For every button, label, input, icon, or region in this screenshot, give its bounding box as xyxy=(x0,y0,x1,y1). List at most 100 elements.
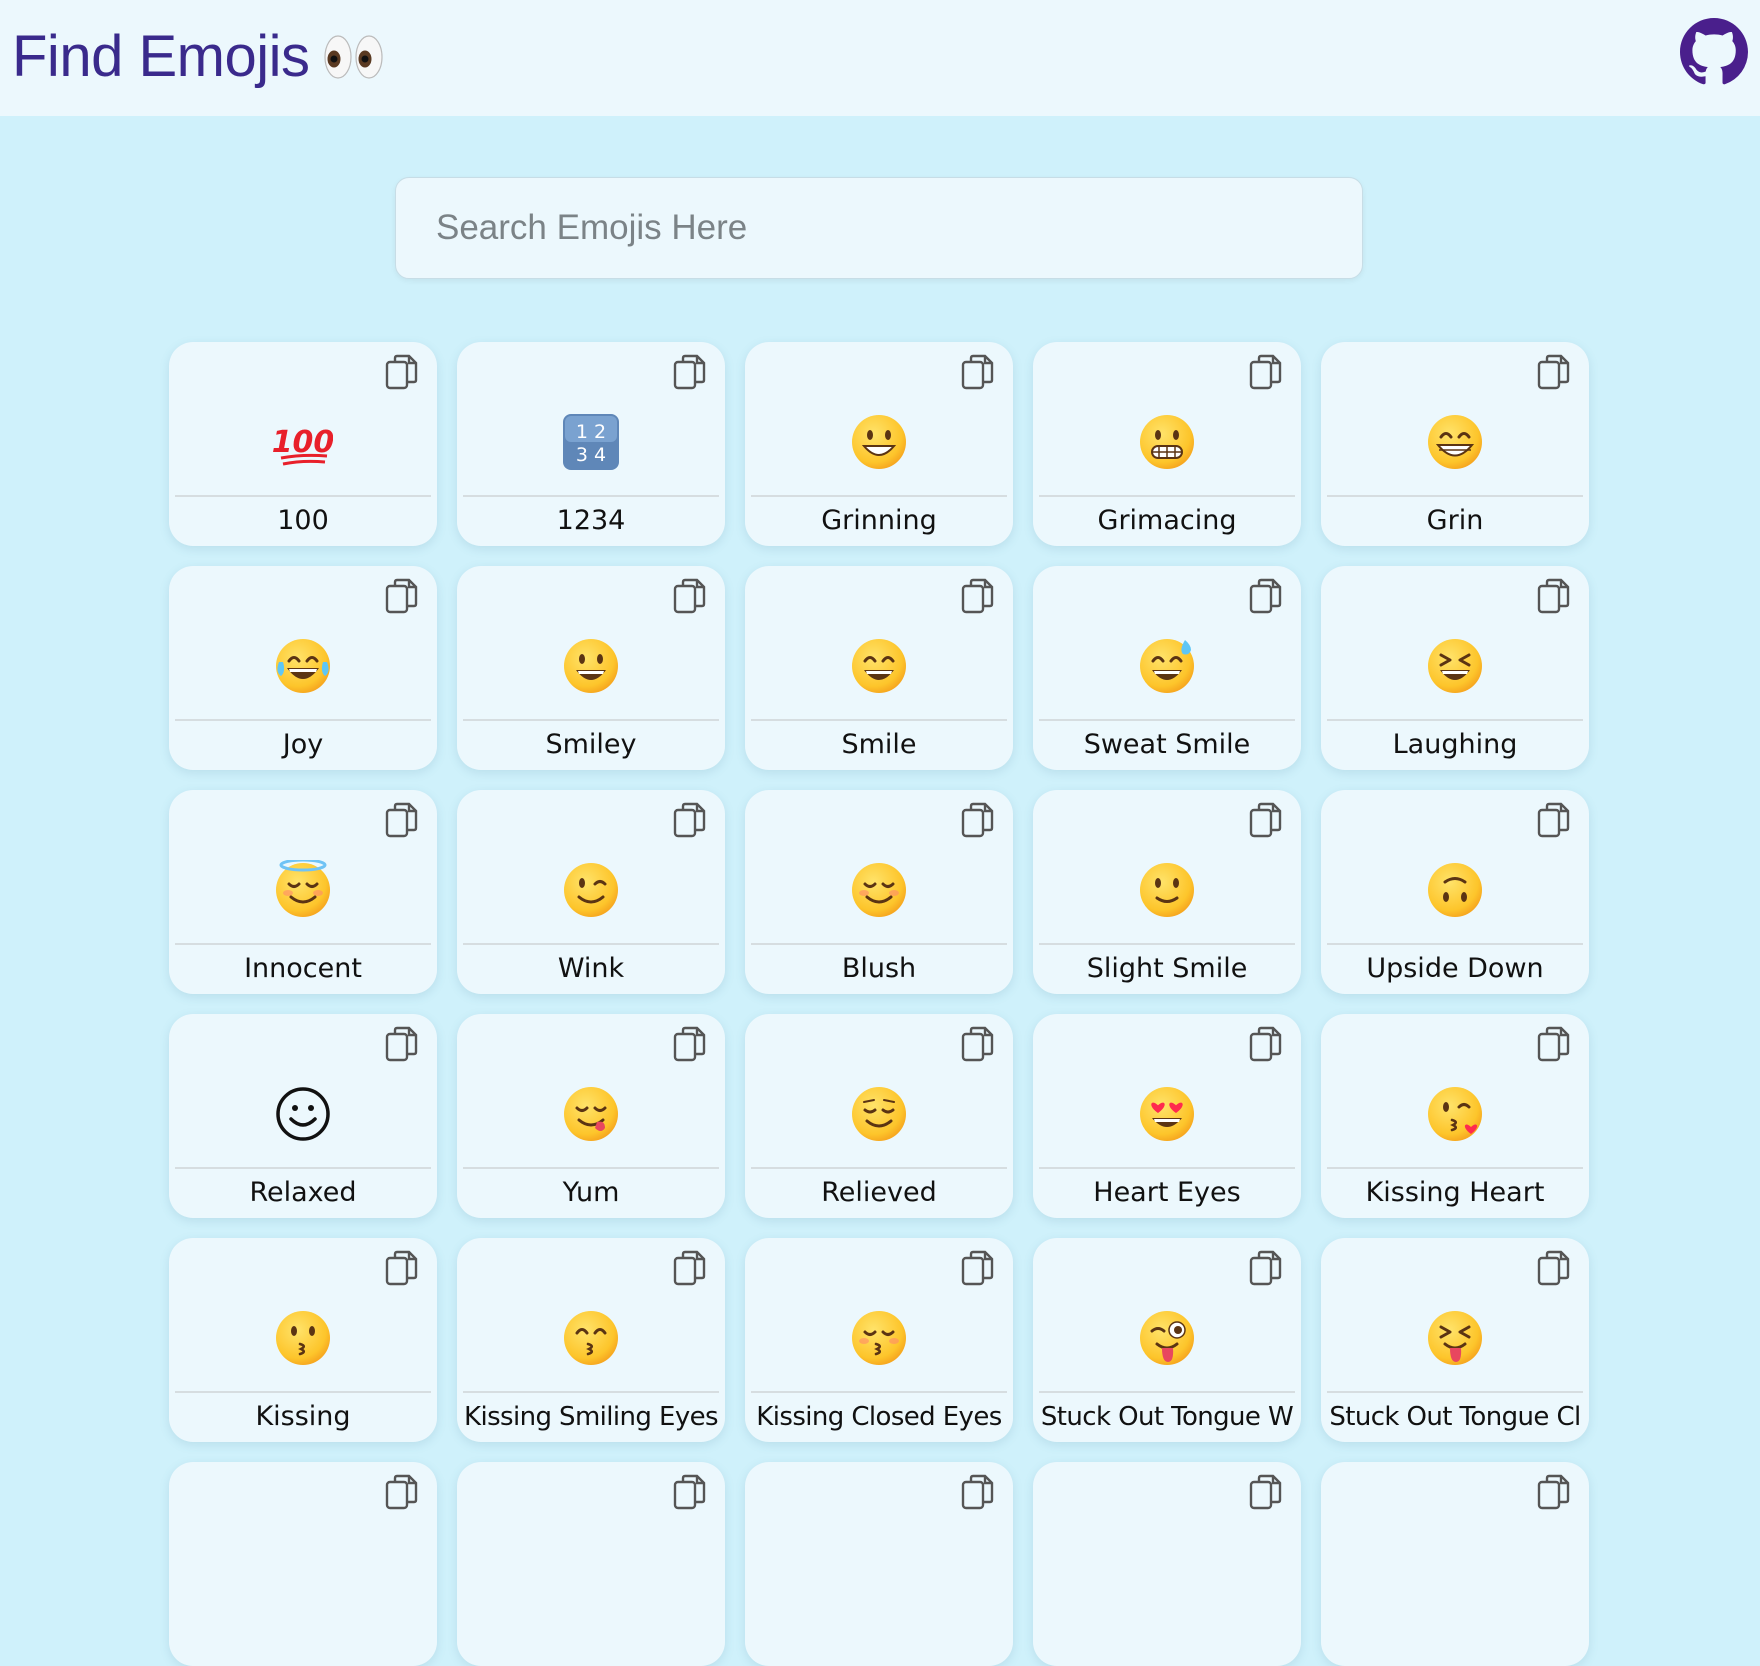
card-divider xyxy=(1327,719,1583,721)
copy-icon[interactable] xyxy=(961,1474,995,1510)
card-divider xyxy=(1039,943,1295,945)
kissing-smiling-eyes-face-icon xyxy=(457,1298,725,1378)
emoji-card[interactable]: Kissing xyxy=(169,1238,437,1442)
sweat-smile-face-icon xyxy=(1033,626,1301,706)
emoji-card[interactable]: Slight Smile xyxy=(1033,790,1301,994)
emoji-name: Blush xyxy=(841,953,917,984)
search-input[interactable] xyxy=(395,177,1363,279)
eyes-emoji-icon xyxy=(324,35,384,79)
emoji-card[interactable]: Kissing Closed Eyes xyxy=(745,1238,1013,1442)
emoji-card[interactable]: Laughing xyxy=(1321,566,1589,770)
card-divider xyxy=(751,719,1007,721)
emoji-name: Kissing Smiling Eyes xyxy=(464,1402,719,1432)
card-divider xyxy=(463,719,719,721)
copy-icon[interactable] xyxy=(961,1250,995,1286)
copy-icon[interactable] xyxy=(1249,1026,1283,1062)
emoji-name: Stuck Out Tongue W xyxy=(1040,1402,1294,1432)
emoji-card[interactable]: Stuck Out Tongue W xyxy=(1033,1238,1301,1442)
emoji-card[interactable]: Innocent xyxy=(169,790,437,994)
copy-icon[interactable] xyxy=(1249,354,1283,390)
copy-icon[interactable] xyxy=(385,1026,419,1062)
copy-icon[interactable] xyxy=(673,578,707,614)
emoji-name: Heart Eyes xyxy=(1093,1177,1241,1208)
copy-icon[interactable] xyxy=(385,1250,419,1286)
emoji-card[interactable]: 100 100 xyxy=(169,342,437,546)
emoji-card[interactable]: Kissing Heart xyxy=(1321,1014,1589,1218)
copy-icon[interactable] xyxy=(1537,1474,1571,1510)
emoji-card[interactable]: Relaxed xyxy=(169,1014,437,1218)
kissing-heart-face-icon xyxy=(1321,1074,1589,1154)
emoji-name: Wink xyxy=(557,953,625,984)
copy-icon[interactable] xyxy=(961,578,995,614)
emoji-card[interactable]: Blush xyxy=(745,790,1013,994)
copy-icon[interactable] xyxy=(1249,1474,1283,1510)
card-divider xyxy=(463,1391,719,1393)
card-divider xyxy=(751,1391,1007,1393)
emoji-card[interactable]: Kissing Smiling Eyes xyxy=(457,1238,725,1442)
copy-icon[interactable] xyxy=(1249,802,1283,838)
emoji-card[interactable]: Grimacing xyxy=(1033,342,1301,546)
copy-icon[interactable] xyxy=(961,1026,995,1062)
emoji-grid: 100 100 1 23 4 1234 Grinning Grimacing Grin Joy… xyxy=(169,342,1589,1666)
emoji-name: Laughing xyxy=(1392,729,1518,760)
svg-text:1 2: 1 2 xyxy=(576,421,606,443)
copy-icon[interactable] xyxy=(385,354,419,390)
card-divider xyxy=(1327,1167,1583,1169)
emoji-card[interactable] xyxy=(169,1462,437,1666)
emoji-card[interactable] xyxy=(1321,1462,1589,1666)
emoji-card[interactable] xyxy=(745,1462,1013,1666)
emoji-card[interactable]: 1 23 4 1234 xyxy=(457,342,725,546)
emoji-card[interactable]: Yum xyxy=(457,1014,725,1218)
card-divider xyxy=(751,1167,1007,1169)
emoji-card[interactable]: Upside Down xyxy=(1321,790,1589,994)
copy-icon[interactable] xyxy=(961,354,995,390)
copy-icon[interactable] xyxy=(1537,1250,1571,1286)
github-icon[interactable] xyxy=(1680,18,1748,86)
copy-icon[interactable] xyxy=(1249,578,1283,614)
copy-icon[interactable] xyxy=(1537,802,1571,838)
svg-text:3 4: 3 4 xyxy=(576,444,606,466)
card-divider xyxy=(463,495,719,497)
emoji-name: Relaxed xyxy=(249,1177,357,1208)
grinning-face-icon xyxy=(745,402,1013,482)
card-divider xyxy=(1039,495,1295,497)
copy-icon[interactable] xyxy=(673,1474,707,1510)
emoji-card[interactable] xyxy=(1033,1462,1301,1666)
app-title: Find Emojis xyxy=(12,22,385,92)
emoji-name: Smile xyxy=(841,729,917,760)
copy-icon[interactable] xyxy=(1249,1250,1283,1286)
upside-down-face-icon xyxy=(1321,850,1589,930)
copy-icon[interactable] xyxy=(1537,354,1571,390)
emoji-card[interactable]: Relieved xyxy=(745,1014,1013,1218)
emoji-name: Upside Down xyxy=(1366,953,1544,984)
copy-icon[interactable] xyxy=(673,1250,707,1286)
emoji-card[interactable]: Wink xyxy=(457,790,725,994)
grin-face-icon xyxy=(1321,402,1589,482)
card-divider xyxy=(463,1167,719,1169)
copy-icon[interactable] xyxy=(673,802,707,838)
copy-icon[interactable] xyxy=(673,1026,707,1062)
laughing-face-icon xyxy=(1321,626,1589,706)
copy-icon[interactable] xyxy=(385,578,419,614)
copy-icon[interactable] xyxy=(385,802,419,838)
emoji-card[interactable]: Grinning xyxy=(745,342,1013,546)
copy-icon[interactable] xyxy=(1537,1026,1571,1062)
emoji-card[interactable]: Stuck Out Tongue Cl xyxy=(1321,1238,1589,1442)
emoji-card[interactable]: Smile xyxy=(745,566,1013,770)
copy-icon[interactable] xyxy=(1537,578,1571,614)
card-divider xyxy=(175,495,431,497)
stuck-out-tongue-winking-face-icon xyxy=(1033,1298,1301,1378)
relaxed-face-icon xyxy=(169,1074,437,1154)
hundred-points-icon: 100 xyxy=(169,402,437,482)
emoji-name: Innocent xyxy=(244,953,362,984)
emoji-card[interactable]: Heart Eyes xyxy=(1033,1014,1301,1218)
emoji-name: Relieved xyxy=(821,1177,937,1208)
emoji-card[interactable]: Sweat Smile xyxy=(1033,566,1301,770)
copy-icon[interactable] xyxy=(385,1474,419,1510)
copy-icon[interactable] xyxy=(961,802,995,838)
emoji-card[interactable] xyxy=(457,1462,725,1666)
copy-icon[interactable] xyxy=(673,354,707,390)
emoji-card[interactable]: Joy xyxy=(169,566,437,770)
emoji-card[interactable]: Smiley xyxy=(457,566,725,770)
emoji-card[interactable]: Grin xyxy=(1321,342,1589,546)
